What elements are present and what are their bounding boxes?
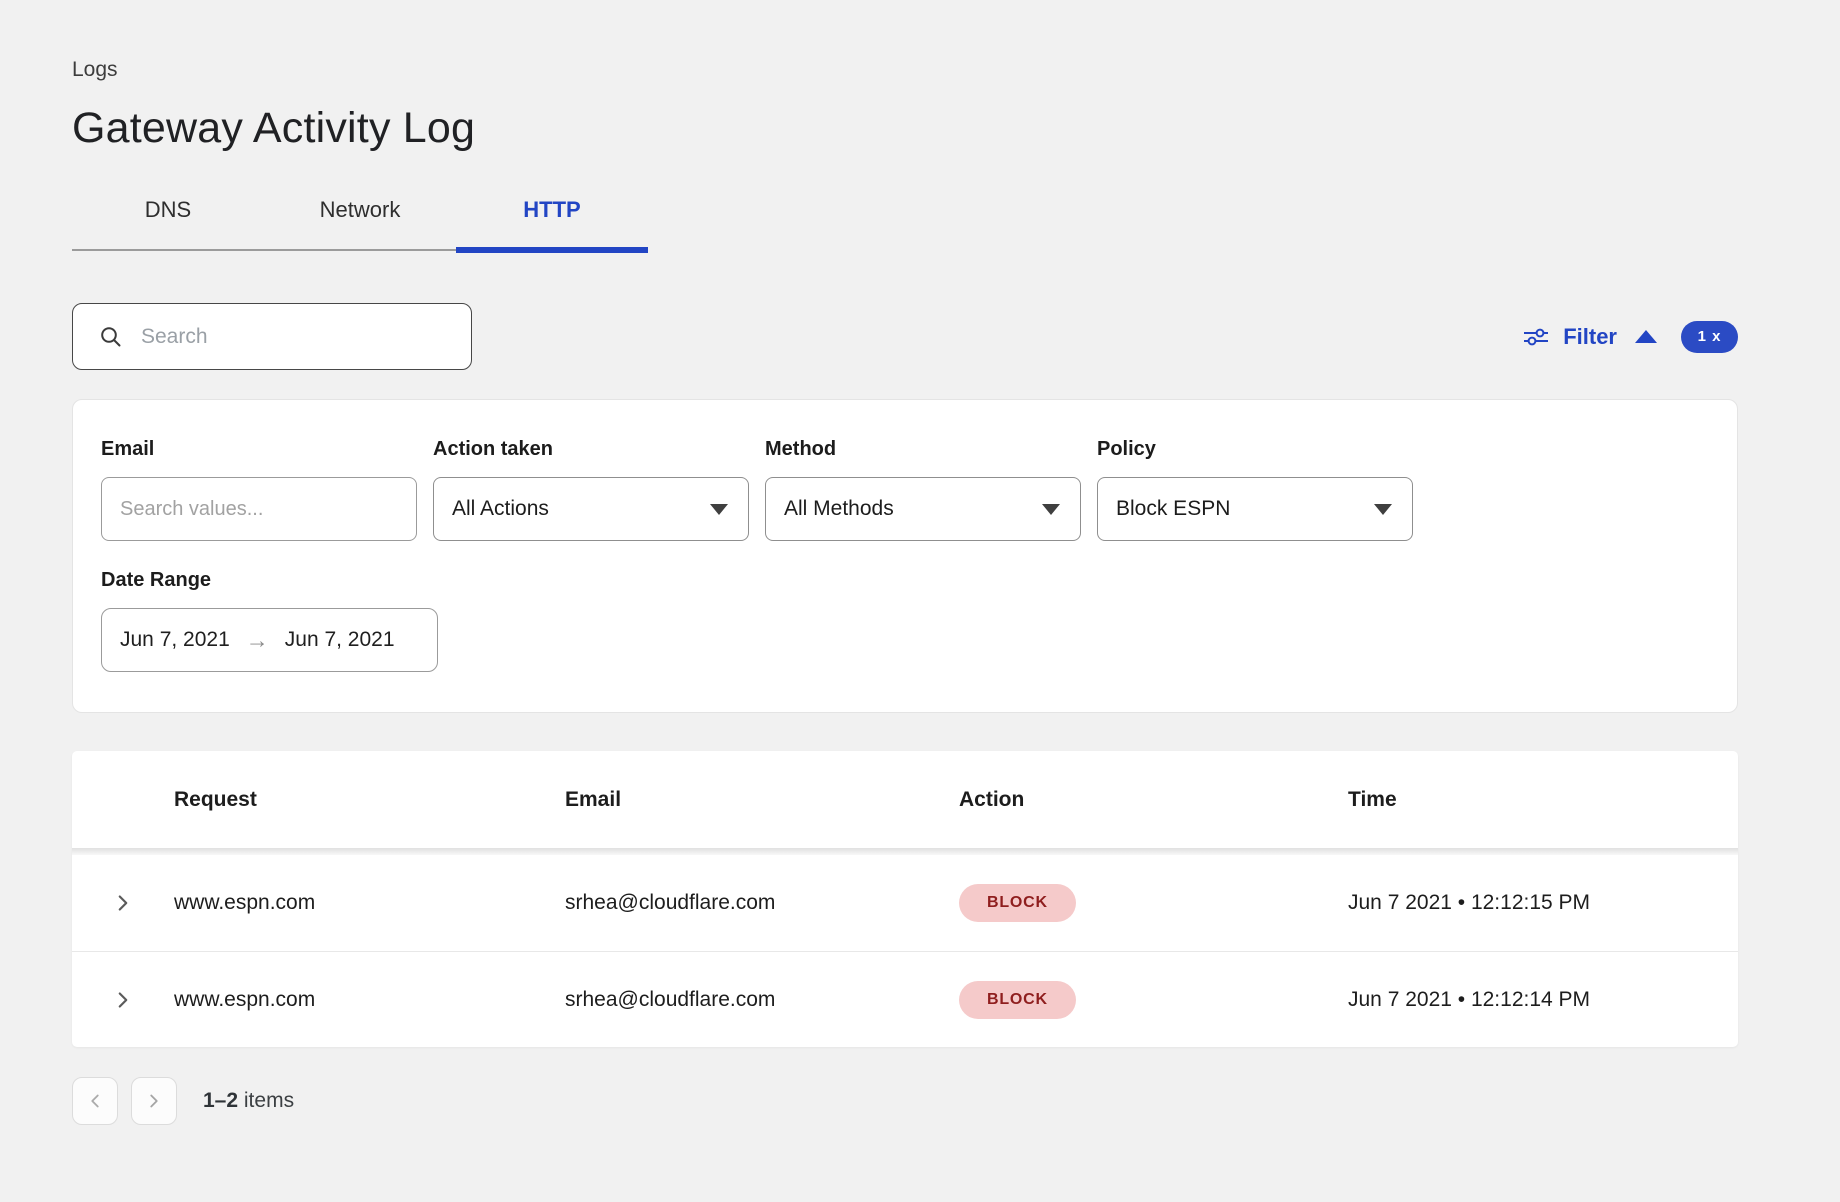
chevron-down-icon bbox=[710, 504, 728, 515]
table-body: www.espn.com srhea@cloudflare.com BLOCK … bbox=[72, 855, 1738, 1047]
search-row: Filter 1 x bbox=[72, 303, 1738, 370]
method-filter-select[interactable]: All Methods bbox=[765, 477, 1081, 541]
table-row: www.espn.com srhea@cloudflare.com BLOCK … bbox=[72, 951, 1738, 1047]
method-filter-value: All Methods bbox=[784, 497, 894, 521]
tab-dns[interactable]: DNS bbox=[72, 197, 264, 249]
filter-panel: Email Action taken All Actions Method Al… bbox=[72, 399, 1738, 713]
filter-toggle[interactable]: Filter 1 x bbox=[1523, 321, 1738, 353]
search-box[interactable] bbox=[72, 303, 472, 370]
action-filter-select[interactable]: All Actions bbox=[433, 477, 749, 541]
column-header-action: Action bbox=[959, 788, 1348, 812]
email-filter-label: Email bbox=[101, 438, 417, 461]
chevron-right-icon bbox=[110, 987, 136, 1013]
cell-time: Jun 7 2021 • 12:12:14 PM bbox=[1348, 988, 1738, 1012]
search-icon bbox=[99, 325, 123, 349]
policy-filter-label: Policy bbox=[1097, 438, 1413, 461]
column-header-time: Time bbox=[1348, 788, 1738, 812]
table-header-row: Request Email Action Time bbox=[72, 751, 1738, 848]
block-action-badge: BLOCK bbox=[959, 884, 1076, 922]
daterange-end: Jun 7, 2021 bbox=[285, 628, 395, 652]
pagination-count: 1–2 bbox=[203, 1089, 238, 1112]
filter-sliders-icon bbox=[1523, 326, 1549, 348]
previous-page-button[interactable] bbox=[72, 1077, 118, 1125]
table-row: www.espn.com srhea@cloudflare.com BLOCK … bbox=[72, 855, 1738, 951]
chevron-right-icon bbox=[143, 1090, 165, 1112]
filter-field-daterange: Date Range Jun 7, 2021 → Jun 7, 2021 bbox=[101, 569, 1709, 672]
cell-email: srhea@cloudflare.com bbox=[565, 891, 959, 915]
tab-bar: DNS Network HTTP bbox=[72, 197, 648, 251]
header-divider bbox=[72, 848, 1738, 855]
action-filter-label: Action taken bbox=[433, 438, 749, 461]
row-expand-button[interactable] bbox=[72, 987, 174, 1013]
search-input[interactable] bbox=[141, 325, 451, 349]
cell-request: www.espn.com bbox=[174, 891, 565, 915]
filter-field-email: Email bbox=[101, 438, 417, 541]
arrow-right-icon: → bbox=[246, 627, 269, 654]
daterange-picker[interactable]: Jun 7, 2021 → Jun 7, 2021 bbox=[101, 608, 438, 672]
cell-action: BLOCK bbox=[959, 884, 1348, 922]
filter-label: Filter bbox=[1563, 324, 1617, 350]
cell-time: Jun 7 2021 • 12:12:15 PM bbox=[1348, 891, 1738, 915]
policy-filter-select[interactable]: Block ESPN bbox=[1097, 477, 1413, 541]
cell-request: www.espn.com bbox=[174, 988, 565, 1012]
cell-action: BLOCK bbox=[959, 981, 1348, 1019]
filter-count-badge[interactable]: 1 x bbox=[1681, 321, 1738, 353]
pagination-summary: 1–2 items bbox=[203, 1089, 294, 1113]
policy-filter-value: Block ESPN bbox=[1116, 497, 1230, 521]
method-filter-label: Method bbox=[765, 438, 1081, 461]
chevron-left-icon bbox=[84, 1090, 106, 1112]
column-header-email: Email bbox=[565, 788, 959, 812]
cell-email: srhea@cloudflare.com bbox=[565, 988, 959, 1012]
filter-field-policy: Policy Block ESPN bbox=[1097, 438, 1413, 541]
filter-field-action: Action taken All Actions bbox=[433, 438, 749, 541]
daterange-filter-label: Date Range bbox=[101, 569, 1709, 592]
chevron-up-icon bbox=[1635, 330, 1657, 343]
pagination-items-label: items bbox=[244, 1089, 294, 1112]
pagination: 1–2 items bbox=[72, 1077, 1738, 1125]
tab-http[interactable]: HTTP bbox=[456, 197, 648, 249]
chevron-down-icon bbox=[1042, 504, 1060, 515]
tab-network[interactable]: Network bbox=[264, 197, 456, 249]
chevron-down-icon bbox=[1374, 504, 1392, 515]
filter-fields: Email Action taken All Actions Method Al… bbox=[101, 438, 1709, 541]
daterange-start: Jun 7, 2021 bbox=[120, 628, 230, 652]
page-content: Logs Gateway Activity Log DNS Network HT… bbox=[0, 0, 1840, 1125]
row-expand-button[interactable] bbox=[72, 890, 174, 916]
block-action-badge: BLOCK bbox=[959, 981, 1076, 1019]
column-header-request: Request bbox=[174, 788, 565, 812]
next-page-button[interactable] bbox=[131, 1077, 177, 1125]
action-filter-value: All Actions bbox=[452, 497, 549, 521]
breadcrumb: Logs bbox=[72, 58, 1738, 82]
activity-log-table: Request Email Action Time www.espn.com s… bbox=[72, 751, 1738, 1047]
chevron-right-icon bbox=[110, 890, 136, 916]
email-filter-input[interactable] bbox=[101, 477, 417, 541]
filter-field-method: Method All Methods bbox=[765, 438, 1081, 541]
page-title: Gateway Activity Log bbox=[72, 104, 1738, 153]
